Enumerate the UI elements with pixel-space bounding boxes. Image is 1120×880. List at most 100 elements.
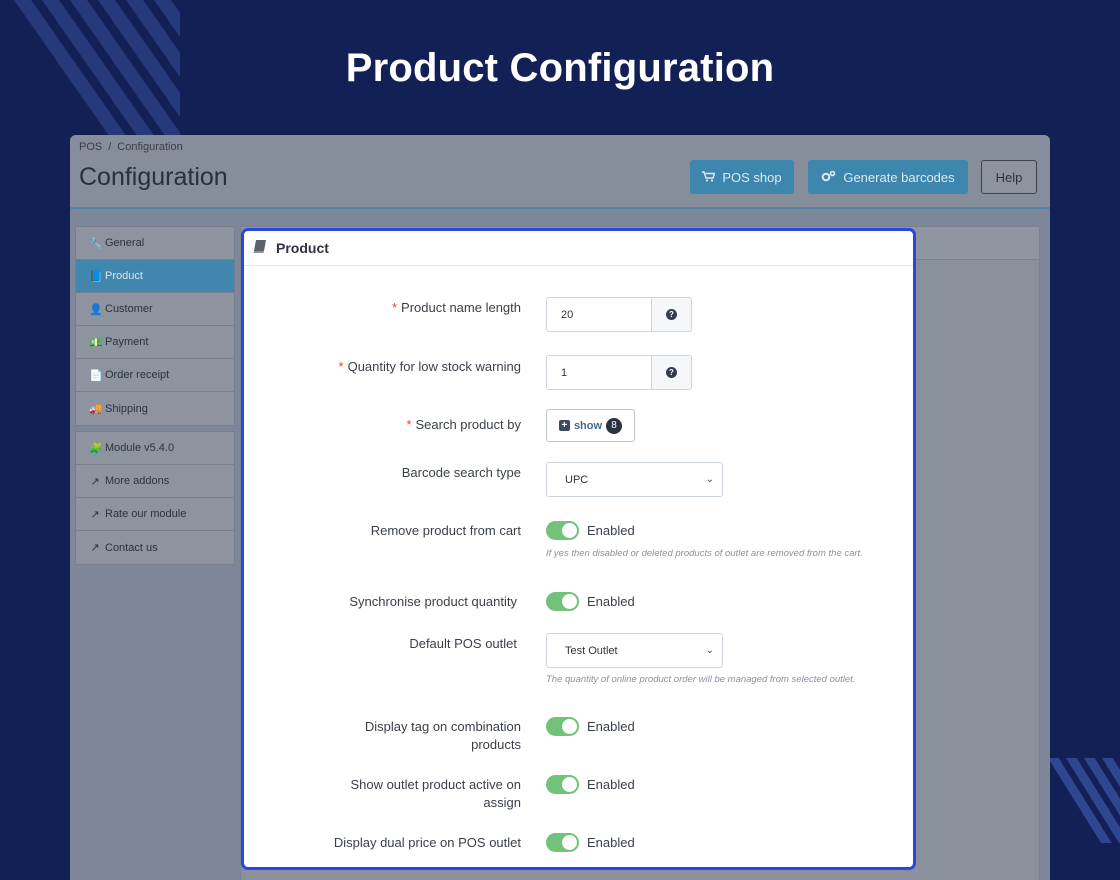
panel-title: Product (276, 240, 329, 256)
toggle-knob (562, 523, 577, 538)
label-text: Product name length (401, 300, 521, 315)
sync-qty-toggle-group: Enabled (546, 592, 635, 611)
generate-barcodes-label: Generate barcodes (843, 169, 955, 185)
field-label: Synchronise product quantity (349, 594, 517, 609)
required-mark: * (391, 300, 398, 315)
default-outlet-help: The quantity of online product order wil… (546, 674, 856, 685)
breadcrumb: POS / Configuration (79, 141, 183, 153)
field-label: * Search product by (261, 416, 521, 434)
field-label: * Product name length (261, 299, 521, 317)
book-icon: 📘 (89, 270, 103, 283)
plus-square-icon: + (558, 420, 570, 431)
sidebar-item-customer[interactable]: 👤 Customer (76, 293, 234, 326)
external-link-icon: ↗ (90, 508, 100, 521)
page-header: POS / Configuration Configuration POS shop… (70, 135, 1050, 209)
sidebar-item-label: Payment (105, 336, 149, 348)
count-badge: 8 (606, 417, 623, 434)
hero-title: Product Configuration (345, 46, 775, 90)
page-title: Configuration (79, 163, 228, 191)
breadcrumb-separator: / (108, 141, 112, 153)
sidebar-item-label: Customer (105, 303, 153, 315)
outlet-active-toggle-group: Enabled (546, 775, 635, 794)
external-link-icon: ↗ (90, 475, 100, 488)
product-name-length-input[interactable]: 20 (546, 297, 652, 332)
field-label: Barcode search type (401, 465, 521, 480)
sidebar-item-payment[interactable]: 💵 Payment (76, 326, 234, 359)
pos-shop-label: POS shop (722, 169, 782, 185)
help-addon[interactable]: ? (652, 297, 692, 332)
field-label: * Quantity for low stock warning (261, 358, 521, 376)
pos-shop-button[interactable]: POS shop (690, 160, 794, 194)
toggle-state: Enabled (587, 523, 635, 538)
sidebar-item-shipping[interactable]: 🚚 Shipping (76, 392, 234, 425)
cart-icon (702, 170, 716, 185)
sidebar-item-general[interactable]: 🔧 General (76, 227, 234, 260)
toggle-knob (562, 835, 577, 850)
help-label: Help (995, 169, 1023, 185)
toggle-knob (562, 777, 577, 792)
field-label: Display dual price on POS outlet (333, 835, 521, 850)
wrench-icon: 🔧 (89, 237, 103, 250)
gears-icon (821, 170, 836, 185)
dual-price-toggle[interactable] (546, 833, 579, 852)
sidebar-item-label: Order receipt (105, 369, 170, 381)
toggle-state: Enabled (587, 777, 635, 792)
select-value: Test Outlet (565, 644, 618, 657)
sidebar-item-rate-module[interactable]: ↗ Rate our module (76, 498, 234, 531)
help-button[interactable]: Help (981, 160, 1037, 194)
help-addon[interactable]: ? (652, 355, 692, 390)
sidebar-main-menu: 🔧 General 📘 Product 👤 Customer 💵 Payment… (75, 226, 235, 426)
low-stock-group: 1 ? (546, 355, 692, 390)
toggle-state: Enabled (587, 594, 635, 609)
chevron-down-icon: ⌄ (705, 645, 714, 656)
display-tag-toggle-group: Enabled (546, 717, 635, 736)
file-icon: 📄 (89, 369, 103, 382)
sidebar-item-label: More addons (105, 475, 170, 487)
sidebar-item-product[interactable]: 📘 Product (76, 260, 234, 293)
label-text: Search product by (415, 417, 521, 432)
sidebar-item-label: Rate our module (105, 508, 187, 520)
breadcrumb-current: Configuration (117, 141, 183, 153)
product-name-length-group: 20 ? (546, 297, 692, 332)
sidebar-item-label: Shipping (105, 402, 148, 415)
display-tag-toggle[interactable] (546, 717, 579, 736)
barcode-type-select[interactable]: UPC ⌄ (546, 462, 723, 497)
sidebar-item-contact-us[interactable]: ↗ Contact us (76, 531, 234, 564)
toggle-knob (562, 594, 577, 609)
sidebar-item-order-receipt[interactable]: 📄 Order receipt (76, 359, 234, 392)
question-icon: ? (666, 367, 677, 378)
truck-icon: 🚚 (89, 403, 103, 415)
question-icon: ? (666, 309, 677, 320)
field-label: Remove product from cart (370, 523, 521, 538)
money-icon: 💵 (89, 336, 103, 349)
toggle-state: Enabled (587, 835, 635, 850)
field-label: Default POS outlet (409, 636, 517, 651)
dual-price-toggle-group: Enabled (546, 833, 635, 852)
product-settings-panel: Product * Product name length 20 ? * Quant… (241, 228, 916, 870)
outlet-active-toggle[interactable] (546, 775, 579, 794)
toggle-state: Enabled (587, 719, 635, 734)
remove-cart-toggle-group: Enabled (546, 521, 635, 540)
field-label: Show outlet product active on assign (350, 777, 521, 810)
breadcrumb-root[interactable]: POS (79, 141, 102, 153)
generate-barcodes-button[interactable]: Generate barcodes (808, 160, 968, 194)
remove-cart-help: If yes then disabled or deleted products… (546, 548, 863, 559)
remove-cart-toggle[interactable] (546, 521, 579, 540)
search-by-show-button[interactable]: + show 8 (546, 409, 635, 442)
label-text: Quantity for low stock warning (347, 359, 521, 374)
decorative-stripes-bottom-right (1048, 758, 1120, 843)
toggle-knob (562, 719, 577, 734)
sidebar-item-label: Contact us (105, 541, 158, 554)
sync-qty-toggle[interactable] (546, 592, 579, 611)
select-value: UPC (565, 473, 589, 486)
low-stock-input[interactable]: 1 (546, 355, 652, 390)
show-label: show (573, 419, 603, 432)
sidebar-item-more-addons[interactable]: ↗ More addons (76, 465, 234, 498)
user-icon: 👤 (89, 303, 103, 316)
sidebar-item-label: Product (105, 270, 143, 282)
required-mark: * (338, 359, 344, 374)
sidebar-extra-menu: 🧩 Module v5.4.0 ↗ More addons ↗ Rate our… (75, 431, 235, 565)
default-outlet-select[interactable]: Test Outlet ⌄ (546, 633, 723, 668)
chevron-down-icon: ⌄ (705, 474, 714, 485)
sidebar-item-module-version[interactable]: 🧩 Module v5.4.0 (76, 432, 234, 465)
